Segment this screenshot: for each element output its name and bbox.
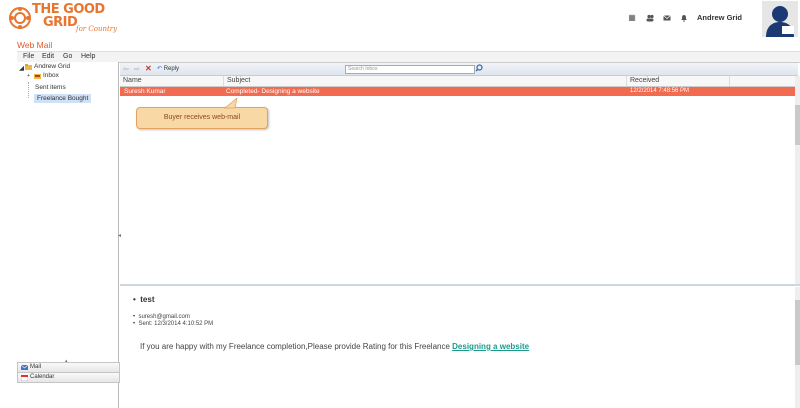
back-arrow-icon[interactable]: ⇦	[123, 65, 129, 73]
col-received[interactable]: Received	[626, 76, 730, 86]
calendar-tab-icon	[20, 374, 29, 382]
preview-title-text: test	[140, 295, 155, 304]
inbox-icon	[34, 73, 41, 79]
preview-sent: • Sent: 12/3/2014 4:10:52 PM	[133, 321, 213, 327]
account-folder-icon	[25, 64, 32, 70]
tree-account[interactable]: Andrew Grid	[34, 63, 70, 70]
row-name: Suresh Kumar	[124, 88, 166, 95]
tree-line	[28, 82, 30, 98]
reply-label: Reply	[163, 66, 180, 72]
users-icon[interactable]	[646, 14, 654, 22]
delete-icon[interactable]: ✕	[145, 64, 152, 73]
row-subject: Completed- Designing a website	[226, 88, 320, 95]
col-subject[interactable]: Subject	[223, 76, 627, 86]
tree-item-freelance-bought[interactable]: Freelance Bought	[34, 94, 92, 103]
table-row[interactable]: Suresh Kumar Completed- Designing a webs…	[120, 87, 795, 96]
mail-toolbar: ⇦ ⇨ ✕ ↶ Reply Search Inbox	[120, 63, 798, 76]
tree-expand-icon[interactable]: ◢	[19, 64, 24, 72]
preview-from-text: suresh@gmail.com	[138, 314, 190, 320]
logo-emblem-icon	[9, 7, 31, 29]
callout-pointer	[223, 98, 238, 109]
list-scrollbar-thumb[interactable]	[795, 105, 800, 145]
menu-edit[interactable]: Edit	[42, 53, 54, 60]
designing-website-link[interactable]: Designing a website	[452, 342, 529, 351]
tab-calendar-label: Calendar	[30, 374, 55, 380]
tab-mail-label: Mail	[30, 364, 42, 370]
menu-bar: File Edit Go Help	[17, 51, 800, 63]
reply-icon: ↶	[157, 66, 163, 72]
menu-file[interactable]: File	[23, 53, 34, 60]
tree-item-inbox[interactable]: Inbox	[43, 72, 59, 79]
tree-item-sent[interactable]: Sent items	[35, 84, 66, 91]
col-empty	[729, 76, 799, 86]
logo-text-grid: GRID	[43, 15, 78, 30]
message-grid-header: Name Subject Received	[120, 76, 798, 87]
logo-tagline: for Country	[76, 25, 118, 33]
preview-scrollbar-thumb[interactable]	[795, 300, 800, 365]
preview-sent-text: Sent: 12/3/2014 4:10:52 PM	[138, 321, 214, 327]
col-name[interactable]: Name	[120, 76, 223, 86]
reply-button[interactable]: ↶ Reply	[157, 65, 179, 72]
apps-grid-icon[interactable]: ▦	[628, 14, 636, 22]
app-header: THE GOOD GRID for Country ▦ Andrew Grid	[0, 0, 800, 38]
mail-tab-icon	[20, 364, 29, 370]
search-input[interactable]: Search Inbox	[345, 65, 475, 74]
preview-title: • test	[133, 295, 154, 304]
avatar[interactable]	[762, 1, 798, 37]
menu-go[interactable]: Go	[63, 53, 72, 60]
preview-body: If you are happy with my Freelance compl…	[140, 342, 529, 351]
row-received: 12/2/2014 7:48:56 PM	[630, 88, 690, 94]
preview-from: • suresh@gmail.com	[133, 314, 190, 320]
app-title: Web Mail	[17, 40, 53, 50]
tree-expand-icon[interactable]: +	[27, 73, 30, 79]
bell-icon[interactable]	[680, 14, 688, 22]
preview-body-text: If you are happy with my Freelance compl…	[140, 342, 453, 351]
mail-icon[interactable]	[663, 14, 671, 22]
user-name[interactable]: Andrew Grid	[697, 13, 742, 22]
callout-annotation: Buyer receives web-mail	[136, 107, 268, 129]
search-icon[interactable]	[475, 64, 483, 72]
forward-arrow-icon[interactable]: ⇨	[134, 65, 140, 73]
menu-help[interactable]: Help	[81, 53, 95, 60]
reading-pane-divider[interactable]	[120, 284, 800, 286]
tab-calendar[interactable]: Calendar	[17, 372, 120, 383]
folder-pane: ◢ Andrew Grid + Inbox Sent items Freelan…	[17, 62, 119, 408]
